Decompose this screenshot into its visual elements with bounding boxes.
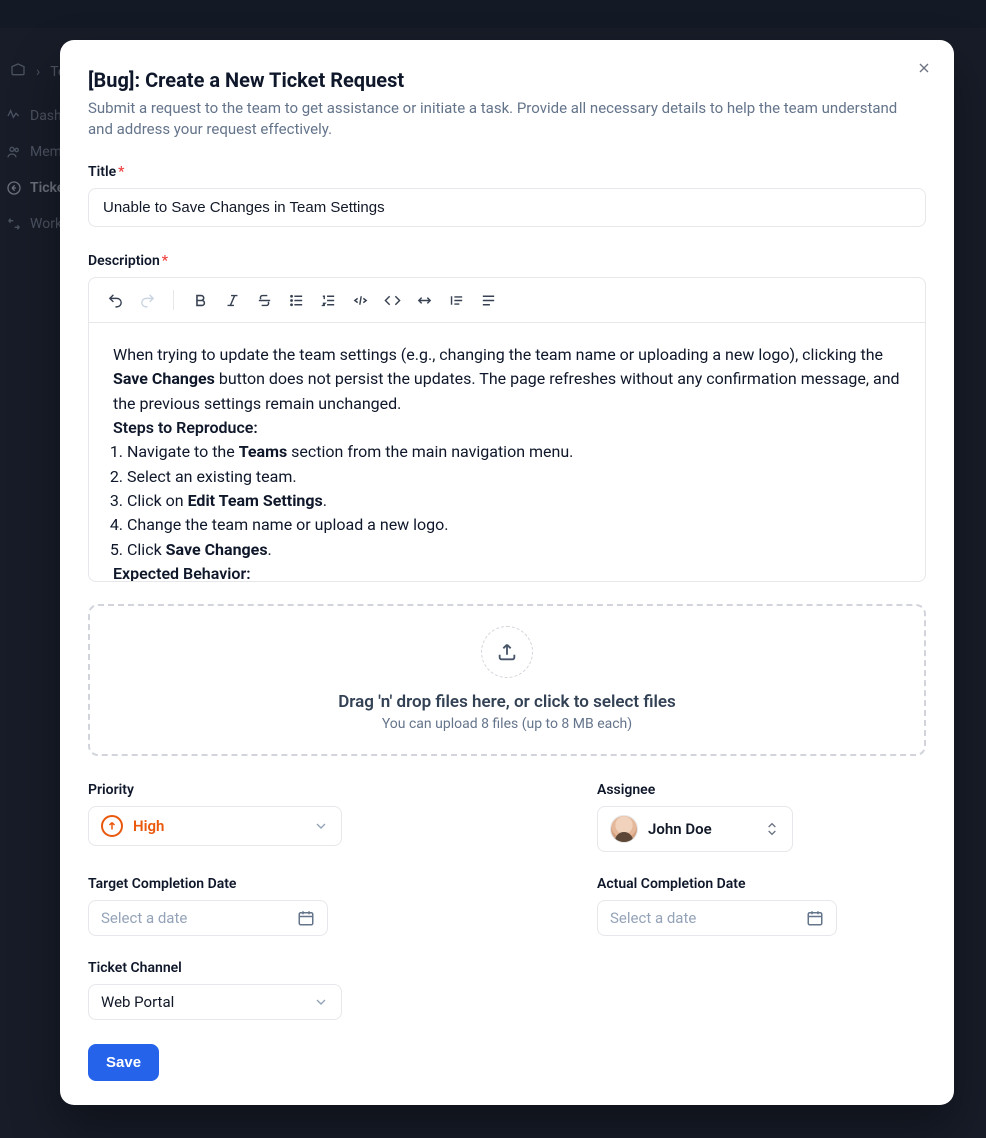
channel-value: Web Portal — [101, 993, 174, 1011]
actual-date-field: Actual Completion Date Select a date — [597, 876, 926, 936]
description-textarea[interactable]: When trying to update the team settings … — [89, 323, 925, 581]
assignee-value: John Doe — [648, 820, 712, 838]
code-block-button[interactable] — [346, 286, 374, 314]
description-bold: Save Changes — [113, 369, 215, 388]
expected-heading: Expected Behavior: — [113, 562, 901, 581]
dropzone-main-text: Drag 'n' drop files here, or click to se… — [106, 692, 908, 712]
arrow-up-circle-icon — [101, 815, 123, 837]
bullet-list-button[interactable] — [282, 286, 310, 314]
assignee-label: Assignee — [597, 782, 926, 798]
target-date-placeholder: Select a date — [101, 909, 187, 927]
target-date-label: Target Completion Date — [88, 876, 417, 892]
chevrons-up-down-icon — [764, 821, 780, 837]
actual-date-label: Actual Completion Date — [597, 876, 926, 892]
chevron-down-icon — [313, 994, 329, 1010]
rich-text-editor: When trying to update the team settings … — [88, 277, 926, 582]
priority-select[interactable]: High — [88, 806, 342, 846]
title-label-text: Title — [88, 164, 116, 180]
priority-value: High — [133, 817, 164, 835]
calendar-icon — [297, 909, 315, 927]
target-date-input[interactable]: Select a date — [88, 900, 328, 936]
avatar — [610, 815, 638, 843]
target-date-field: Target Completion Date Select a date — [88, 876, 417, 936]
required-indicator: * — [118, 164, 124, 180]
inline-code-button[interactable] — [378, 286, 406, 314]
redo-button[interactable] — [133, 286, 161, 314]
assignee-select[interactable]: John Doe — [597, 806, 793, 852]
undo-button[interactable] — [101, 286, 129, 314]
priority-label: Priority — [88, 782, 417, 798]
required-indicator: * — [162, 253, 168, 269]
calendar-icon — [806, 909, 824, 927]
description-text: When trying to update the team settings … — [113, 345, 883, 364]
close-icon — [916, 60, 932, 80]
steps-list: Navigate to the Teams section from the m… — [113, 440, 901, 562]
bold-button[interactable] — [186, 286, 214, 314]
close-button[interactable] — [912, 58, 936, 82]
step-item: Click on Edit Team Settings. — [127, 489, 901, 513]
dropzone-sub-text: You can upload 8 files (up to 8 MB each) — [106, 716, 908, 732]
channel-label: Ticket Channel — [88, 960, 417, 976]
steps-heading: Steps to Reproduce: — [113, 416, 901, 440]
ordered-list-button[interactable] — [314, 286, 342, 314]
title-label: Title* — [88, 164, 926, 180]
file-dropzone[interactable]: Drag 'n' drop files here, or click to se… — [88, 604, 926, 756]
channel-select[interactable]: Web Portal — [88, 984, 342, 1020]
save-button[interactable]: Save — [88, 1044, 159, 1081]
channel-field: Ticket Channel Web Portal — [88, 960, 417, 1020]
step-item: Select an existing team. — [127, 465, 901, 489]
priority-field: Priority High — [88, 782, 417, 852]
actual-date-input[interactable]: Select a date — [597, 900, 837, 936]
blockquote-button[interactable] — [442, 286, 470, 314]
strikethrough-button[interactable] — [250, 286, 278, 314]
actual-date-placeholder: Select a date — [610, 909, 696, 927]
italic-button[interactable] — [218, 286, 246, 314]
text-wrap-button[interactable] — [474, 286, 502, 314]
chevron-down-icon — [313, 818, 329, 834]
description-label-text: Description — [88, 253, 160, 269]
horizontal-rule-button[interactable] — [410, 286, 438, 314]
assignee-field: Assignee John Doe — [597, 782, 926, 852]
step-item: Navigate to the Teams section from the m… — [127, 440, 901, 464]
description-text: button does not persist the updates. The… — [113, 369, 900, 412]
toolbar-separator — [173, 290, 174, 310]
editor-toolbar — [89, 278, 925, 323]
description-label: Description* — [88, 253, 926, 269]
modal-subtitle: Submit a request to the team to get assi… — [88, 98, 908, 140]
modal-title: [Bug]: Create a New Ticket Request — [88, 68, 926, 92]
upload-icon — [481, 626, 533, 678]
step-item: Change the team name or upload a new log… — [127, 513, 901, 537]
step-item: Click Save Changes. — [127, 538, 901, 562]
create-ticket-modal: [Bug]: Create a New Ticket Request Submi… — [60, 40, 954, 1105]
title-input[interactable] — [88, 188, 926, 227]
